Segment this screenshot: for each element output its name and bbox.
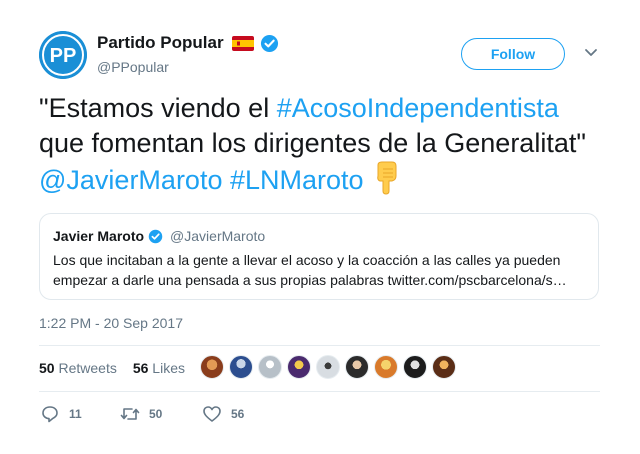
pp-logo-icon: PP	[39, 31, 87, 79]
tweet-line-2: que fomentan los dirigentes de la Genera…	[39, 128, 586, 158]
divider	[39, 345, 600, 346]
liker-avatar[interactable]	[287, 355, 311, 379]
likes-label: Likes	[152, 360, 185, 376]
reply-count: 11	[69, 407, 82, 421]
hashtag-link[interactable]: #AcosoIndependentista	[277, 93, 559, 123]
pointing-down-hand-icon	[376, 161, 397, 195]
retweet-button[interactable]: 50	[120, 404, 202, 424]
liker-avatar[interactable]	[374, 355, 398, 379]
engagement-stats: 50 Retweets 56 Likes	[39, 360, 185, 376]
spain-flag-icon	[231, 35, 254, 51]
quoted-tweet-text: Los que incitaban a la gente a llevar el…	[53, 250, 583, 290]
retweets-count: 50	[39, 360, 55, 376]
author-handle[interactable]: @PPopular	[97, 59, 169, 75]
chevron-down-icon[interactable]	[584, 48, 598, 58]
follow-button[interactable]: Follow	[461, 38, 565, 70]
tweet-line-3: @JavierMaroto #LNMaroto	[39, 161, 619, 198]
quoted-text-line: empezar a darle una pensada a sus propia…	[53, 272, 567, 288]
retweets-label: Retweets	[58, 360, 117, 376]
liker-avatar[interactable]	[316, 355, 340, 379]
quoted-author-row: Javier Maroto @JavierMaroto	[53, 228, 265, 244]
author-display-name[interactable]: Partido Popular	[97, 33, 224, 53]
heart-icon	[203, 406, 221, 422]
reply-icon	[42, 406, 58, 423]
likes-stat[interactable]: 56 Likes	[133, 360, 185, 376]
divider	[39, 391, 600, 392]
retweet-count: 50	[149, 407, 163, 421]
tweet-text: "Estamos viendo el #AcosoIndependentista…	[39, 91, 619, 198]
mention-link[interactable]: @JavierMaroto	[39, 165, 222, 195]
hashtag-link[interactable]: #LNMaroto	[230, 165, 364, 195]
quoted-author-name[interactable]: Javier Maroto	[53, 228, 144, 244]
likers-avatars	[200, 355, 456, 379]
quoted-text-line: Los que incitaban a la gente a llevar el…	[53, 252, 561, 268]
tweet-text-segment: "Estamos viendo el	[39, 93, 277, 123]
liker-avatar[interactable]	[403, 355, 427, 379]
liker-avatar[interactable]	[432, 355, 456, 379]
tweet-actions: 11 50 56	[40, 404, 282, 424]
reply-button[interactable]: 11	[40, 404, 120, 424]
svg-text:PP: PP	[50, 45, 77, 67]
like-count: 56	[231, 407, 245, 421]
liker-avatar[interactable]	[200, 355, 224, 379]
liker-avatar[interactable]	[258, 355, 282, 379]
like-button[interactable]: 56	[202, 404, 282, 424]
retweets-stat[interactable]: 50 Retweets	[39, 360, 117, 376]
verified-badge-icon	[260, 34, 278, 52]
tweet-timestamp[interactable]: 1:22 PM - 20 Sep 2017	[39, 315, 183, 331]
verified-badge-icon	[148, 229, 163, 243]
tweet-line-1: "Estamos viendo el #AcosoIndependentista	[39, 91, 619, 126]
quoted-author-handle[interactable]: @JavierMaroto	[170, 228, 265, 244]
retweet-icon	[120, 408, 140, 420]
author-avatar[interactable]: PP	[39, 31, 87, 79]
author-name-row: Partido Popular	[97, 33, 279, 53]
liker-avatar[interactable]	[345, 355, 369, 379]
likes-count: 56	[132, 360, 149, 376]
quoted-tweet[interactable]: Javier Maroto @JavierMaroto Los que inci…	[39, 213, 599, 300]
liker-avatar[interactable]	[229, 355, 253, 379]
